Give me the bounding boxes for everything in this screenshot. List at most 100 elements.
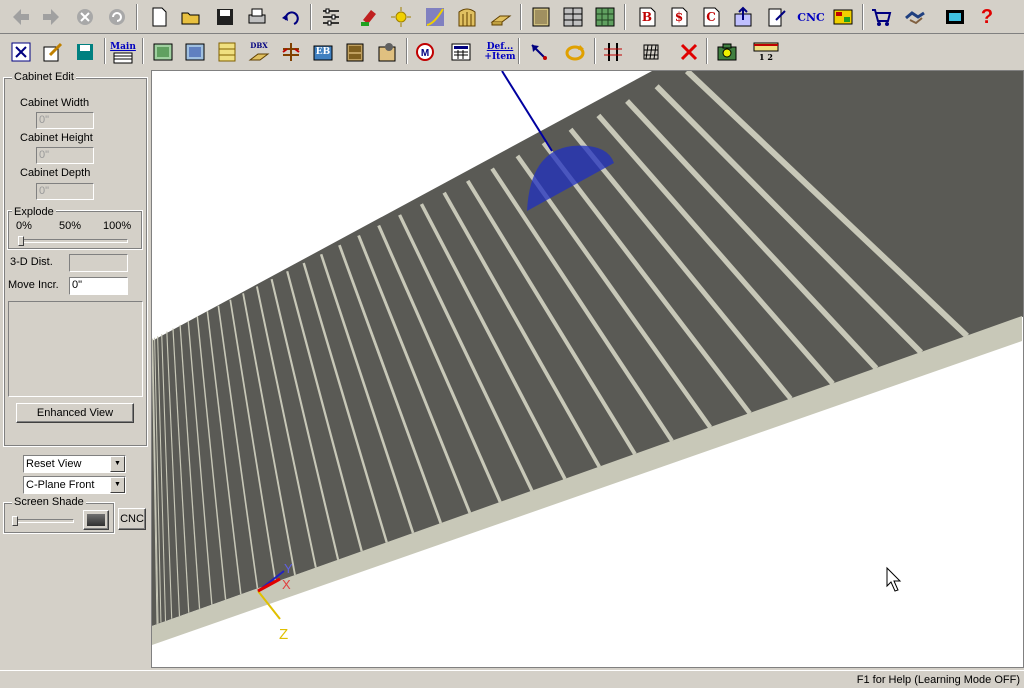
forward-arrow-icon[interactable] bbox=[38, 4, 64, 30]
edit-report-icon[interactable] bbox=[764, 4, 790, 30]
ruler-icon[interactable]: 1 2 bbox=[752, 39, 780, 65]
delete-x-icon[interactable] bbox=[676, 39, 702, 65]
cabinet-width-label: Cabinet Width bbox=[20, 97, 90, 109]
layout-icon[interactable] bbox=[830, 4, 856, 30]
dropdown-arrow-icon[interactable]: ▼ bbox=[110, 456, 125, 472]
cabinet-height-label: Cabinet Height bbox=[20, 132, 93, 144]
screen-shade-title: Screen Shade bbox=[12, 496, 86, 508]
shade-swatch bbox=[87, 514, 105, 526]
report-b-icon[interactable]: B bbox=[634, 4, 660, 30]
hutch-icon[interactable] bbox=[342, 39, 368, 65]
explode-100-label: 100% bbox=[103, 220, 132, 232]
pattern-icon[interactable] bbox=[592, 4, 618, 30]
explode-0-label: 0% bbox=[16, 220, 32, 232]
3d-scene[interactable]: Y X Z bbox=[152, 71, 1024, 668]
report-c-icon[interactable]: C bbox=[698, 4, 724, 30]
report-dollar-label: $ bbox=[674, 10, 684, 24]
export-icon[interactable] bbox=[730, 4, 756, 30]
material-icon[interactable]: M bbox=[412, 39, 438, 65]
edgeband-icon[interactable]: EB bbox=[310, 39, 336, 65]
main-label: Main bbox=[110, 42, 136, 52]
svg-text:M: M bbox=[421, 48, 429, 59]
axis-z-label: Z bbox=[279, 626, 288, 643]
settings-sliders-icon[interactable] bbox=[318, 4, 344, 30]
close-edit-icon[interactable] bbox=[8, 39, 34, 65]
dist-label: 3-D Dist. bbox=[10, 256, 53, 268]
cabinet-height-field[interactable]: 0" bbox=[36, 147, 94, 164]
explode-slider-thumb[interactable] bbox=[18, 236, 24, 246]
cabinet-width-field[interactable]: 0" bbox=[36, 112, 94, 129]
help-icon[interactable]: ? bbox=[974, 4, 1000, 30]
side-panel: Cabinet Edit Cabinet Width 0" Cabinet He… bbox=[0, 70, 150, 670]
grid-lines-icon[interactable] bbox=[600, 39, 626, 65]
paint-icon[interactable] bbox=[356, 4, 382, 30]
help-label: ? bbox=[980, 5, 994, 28]
save-disk-icon[interactable] bbox=[212, 4, 238, 30]
mouse-cursor bbox=[886, 566, 902, 592]
explode-slider-track bbox=[18, 239, 128, 243]
divider-icon[interactable] bbox=[278, 39, 304, 65]
cplane-select[interactable]: C-Plane Front ▼ bbox=[23, 476, 126, 494]
back-arrow-icon[interactable] bbox=[8, 4, 34, 30]
dbx-icon[interactable]: DBX bbox=[246, 39, 272, 65]
reset-view-select[interactable]: Reset View ▼ bbox=[23, 455, 126, 473]
rotate-icon[interactable] bbox=[562, 39, 588, 65]
dist-field[interactable] bbox=[69, 254, 128, 272]
cabinet-side-icon[interactable] bbox=[182, 39, 208, 65]
secondary-toolbar: Main DBX EB M Def... +Item 1 2 bbox=[0, 36, 1024, 68]
light-icon[interactable] bbox=[388, 4, 414, 30]
stop-icon[interactable] bbox=[72, 4, 98, 30]
open-folder-icon[interactable] bbox=[178, 4, 204, 30]
edit-pencil-icon[interactable] bbox=[40, 39, 66, 65]
cart-icon[interactable] bbox=[868, 4, 894, 30]
enhanced-view-button[interactable]: Enhanced View bbox=[16, 403, 134, 423]
mesh-icon[interactable] bbox=[638, 39, 664, 65]
define-item-icon[interactable]: Def... +Item bbox=[484, 39, 516, 65]
select-arrow-icon[interactable] bbox=[526, 39, 552, 65]
print-icon[interactable] bbox=[244, 4, 270, 30]
reset-view-value: Reset View bbox=[26, 458, 82, 470]
panel-icon[interactable] bbox=[488, 4, 514, 30]
item-label: +Item bbox=[484, 52, 516, 62]
main-icon[interactable]: Main bbox=[110, 39, 136, 67]
save-disk-icon[interactable] bbox=[72, 39, 98, 65]
status-help-text: F1 for Help (Learning Mode OFF) bbox=[856, 674, 1020, 686]
explode-50-label: 50% bbox=[59, 220, 82, 232]
handshake-icon[interactable] bbox=[902, 4, 928, 30]
report-b-label: B bbox=[641, 10, 653, 24]
move-incr-field[interactable]: 0" bbox=[69, 277, 128, 295]
calculator-icon[interactable] bbox=[448, 39, 474, 65]
info-box bbox=[8, 301, 143, 397]
shade-color-button[interactable] bbox=[83, 510, 109, 530]
cabinet-front-icon[interactable] bbox=[150, 39, 176, 65]
cnc-button[interactable]: CNC bbox=[118, 508, 146, 530]
explode-title: Explode bbox=[12, 206, 56, 218]
main-toolbar: B $ C CNC ? bbox=[0, 0, 1024, 34]
cabinet-edit-title: Cabinet Edit bbox=[12, 71, 76, 83]
cnc-text-icon[interactable]: CNC bbox=[796, 4, 826, 30]
cabinet-grid-icon[interactable] bbox=[560, 4, 586, 30]
cabinet-depth-label: Cabinet Depth bbox=[20, 167, 91, 179]
dbx-label: DBX bbox=[250, 40, 268, 50]
cabinet-depth-field[interactable]: 0" bbox=[36, 183, 94, 200]
axis-x-label: X bbox=[282, 577, 291, 592]
undo-icon[interactable] bbox=[278, 4, 304, 30]
ruler-label: 1 2 bbox=[759, 52, 773, 62]
film-icon[interactable] bbox=[942, 4, 968, 30]
camera-icon[interactable] bbox=[714, 39, 740, 65]
new-file-icon[interactable] bbox=[146, 4, 172, 30]
hardware-icon[interactable] bbox=[374, 39, 400, 65]
cabinet-icon[interactable] bbox=[528, 4, 554, 30]
3d-viewport[interactable]: Y X Z bbox=[151, 70, 1024, 668]
curve-icon[interactable] bbox=[422, 4, 448, 30]
report-dollar-icon[interactable]: $ bbox=[666, 4, 692, 30]
shade-slider-thumb[interactable] bbox=[12, 516, 18, 526]
axis-y-label: Y bbox=[284, 561, 293, 576]
refresh-icon[interactable] bbox=[104, 4, 130, 30]
drawer-icon[interactable] bbox=[214, 39, 240, 65]
move-incr-label: Move Incr. bbox=[8, 279, 59, 291]
cplane-value: C-Plane Front bbox=[26, 479, 95, 491]
door-icon[interactable] bbox=[454, 4, 480, 30]
cnc-label: CNC bbox=[797, 10, 825, 24]
dropdown-arrow-icon[interactable]: ▼ bbox=[110, 477, 125, 493]
